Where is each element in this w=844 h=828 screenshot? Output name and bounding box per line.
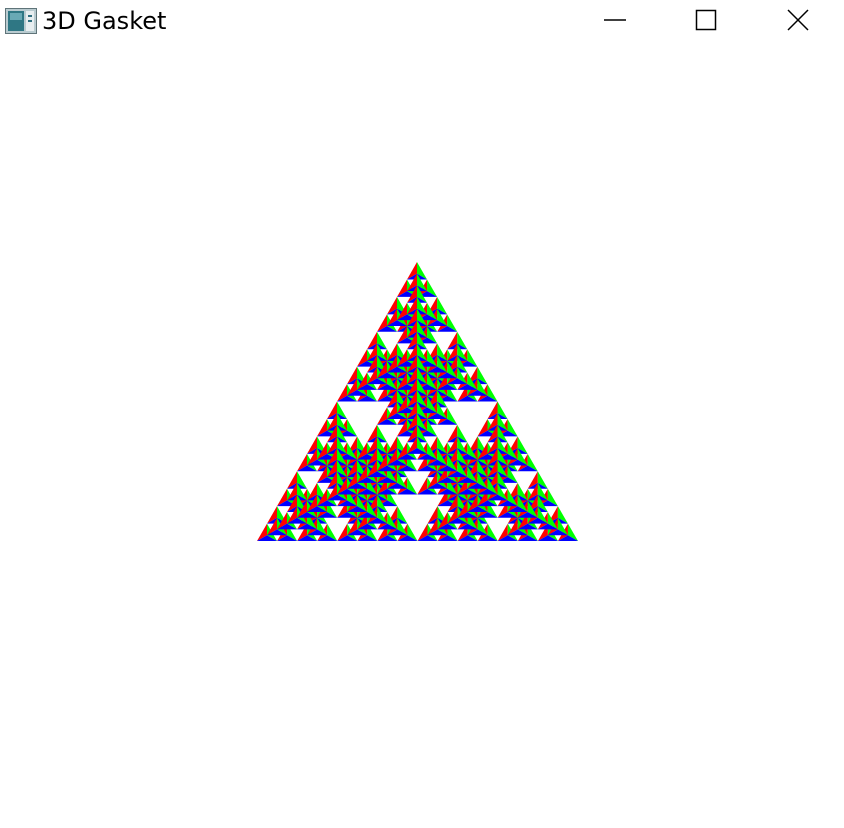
- render-viewport: [0, 40, 844, 828]
- minimize-icon: [604, 19, 626, 21]
- maximize-button[interactable]: [683, 0, 729, 40]
- title-bar[interactable]: 3D Gasket: [0, 0, 844, 40]
- sierpinski-gasket: [257, 262, 578, 541]
- close-button[interactable]: [775, 0, 821, 40]
- close-icon: [787, 9, 809, 31]
- app-window: 3D Gasket: [0, 0, 844, 828]
- maximize-icon: [695, 9, 717, 31]
- app-icon: [5, 8, 37, 34]
- minimize-button[interactable]: [592, 0, 638, 40]
- window-title: 3D Gasket: [42, 7, 167, 35]
